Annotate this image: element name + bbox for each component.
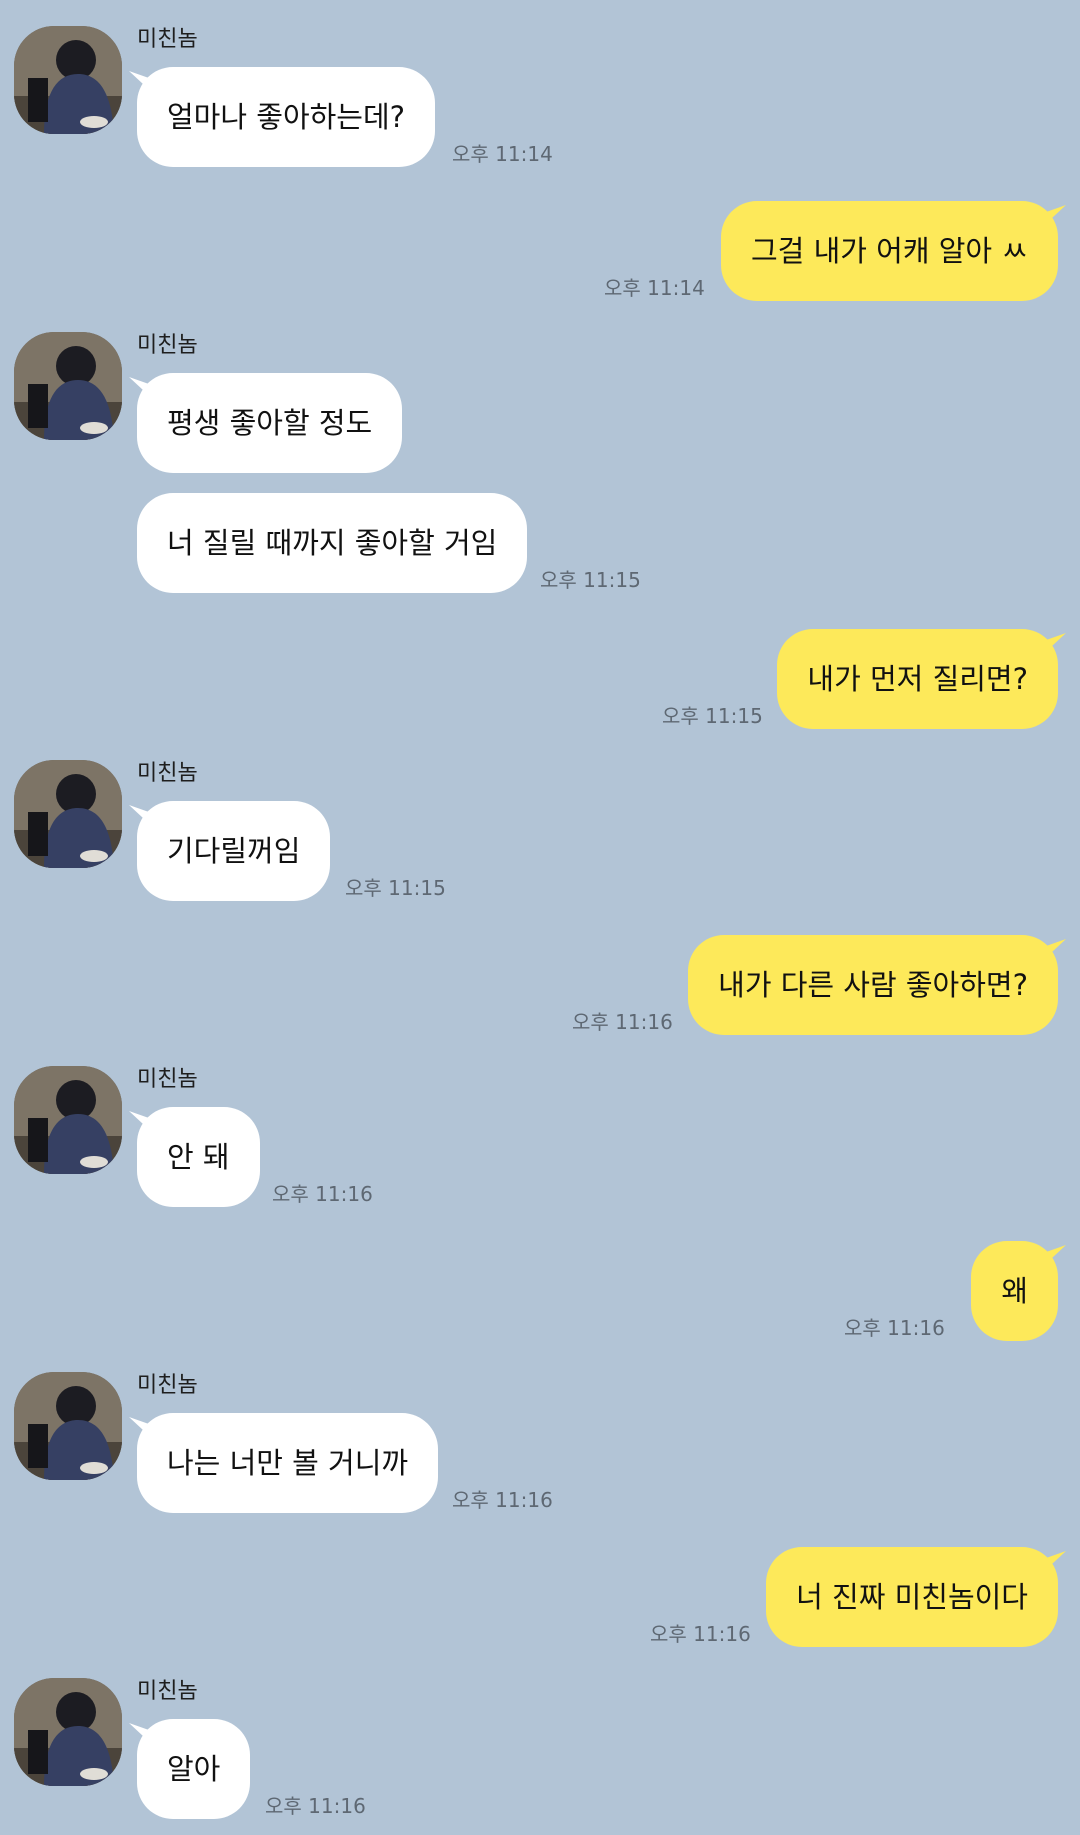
avatar[interactable] bbox=[14, 26, 122, 134]
message-time: 오후 11:16 bbox=[572, 1010, 673, 1034]
message-time: 오후 11:16 bbox=[452, 1488, 553, 1512]
message-bubble[interactable]: 기다릴꺼임 bbox=[137, 801, 331, 901]
message-bubble[interactable]: 너 진짜 미친놈이다 bbox=[766, 1547, 1058, 1647]
message-time: 오후 11:15 bbox=[662, 704, 763, 728]
avatar[interactable] bbox=[14, 1678, 122, 1786]
message-time: 오후 11:15 bbox=[540, 568, 641, 592]
sender-name: 미친놈 bbox=[137, 761, 198, 786]
message-bubble[interactable]: 왜 bbox=[971, 1241, 1058, 1341]
sender-name: 미친놈 bbox=[137, 333, 198, 358]
message-time: 오후 11:16 bbox=[650, 1622, 751, 1646]
message-time: 오후 11:15 bbox=[345, 876, 446, 900]
message-bubble[interactable]: 얼마나 좋아하는데? bbox=[137, 67, 436, 167]
message-time: 오후 11:16 bbox=[265, 1794, 366, 1818]
sender-name: 미친놈 bbox=[137, 27, 198, 52]
sender-name: 미친놈 bbox=[137, 1067, 198, 1092]
avatar[interactable] bbox=[14, 1066, 122, 1174]
message-time: 오후 11:16 bbox=[272, 1182, 373, 1206]
message-bubble[interactable]: 알아 bbox=[137, 1719, 251, 1819]
chat-screen: 미친놈 얼마나 좋아하는데? 오후 11:14 그걸 내가 어캐 알아 ㅆ 오후… bbox=[0, 0, 1080, 1835]
message-bubble[interactable]: 나는 너만 볼 거니까 bbox=[137, 1413, 439, 1513]
sender-name: 미친놈 bbox=[137, 1679, 198, 1704]
message-bubble[interactable]: 너 질릴 때까지 좋아할 거임 bbox=[137, 493, 528, 593]
message-bubble[interactable]: 그걸 내가 어캐 알아 ㅆ bbox=[721, 201, 1058, 301]
avatar[interactable] bbox=[14, 760, 122, 868]
message-bubble[interactable]: 내가 먼저 질리면? bbox=[777, 629, 1058, 729]
message-bubble[interactable]: 평생 좋아할 정도 bbox=[137, 373, 403, 473]
message-bubble[interactable]: 내가 다른 사람 좋아하면? bbox=[688, 935, 1058, 1035]
message-time: 오후 11:14 bbox=[452, 142, 553, 166]
avatar[interactable] bbox=[14, 1372, 122, 1480]
message-time: 오후 11:14 bbox=[604, 276, 705, 300]
message-time: 오후 11:16 bbox=[844, 1316, 945, 1340]
message-bubble[interactable]: 안 돼 bbox=[137, 1107, 260, 1207]
sender-name: 미친놈 bbox=[137, 1373, 198, 1398]
avatar[interactable] bbox=[14, 332, 122, 440]
